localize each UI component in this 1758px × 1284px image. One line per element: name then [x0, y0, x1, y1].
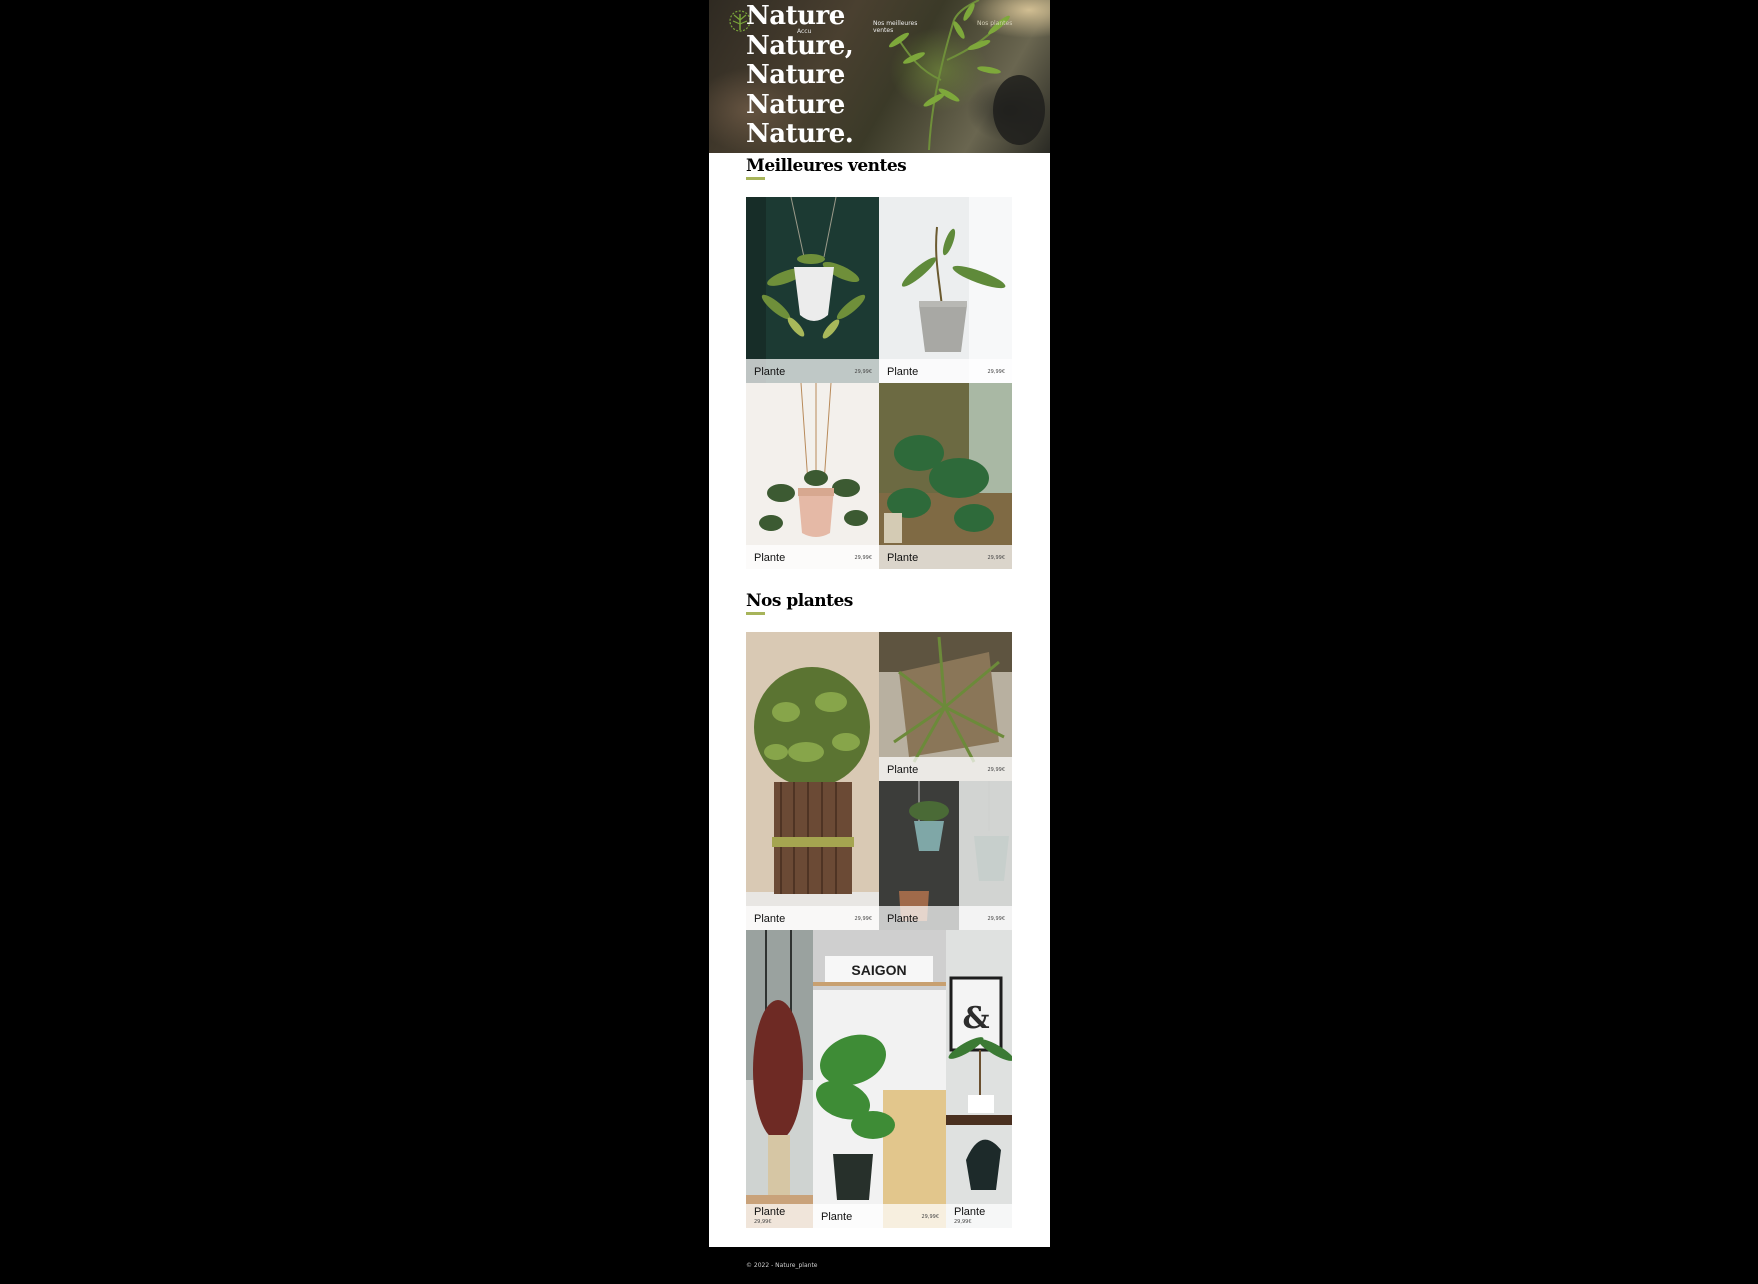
- product-name: Plante: [754, 1206, 786, 1218]
- monstera-room-image: SAIGON: [813, 930, 946, 1228]
- product-name: Plante: [754, 552, 786, 564]
- product-name: Plante: [754, 366, 786, 378]
- product-card[interactable]: Plante 29,99€: [879, 781, 1012, 930]
- product-price: 29,99€: [987, 369, 1006, 375]
- product-card[interactable]: Plante 29,99€: [746, 930, 813, 1228]
- product-price: 29,99€: [921, 1214, 940, 1220]
- hero-title-line: Nature,: [746, 30, 854, 61]
- red-branches-image: [746, 930, 813, 1228]
- product-card[interactable]: Plante 29,99€: [746, 197, 879, 383]
- product-name: Plante: [754, 913, 786, 925]
- product-name: Plante: [887, 764, 919, 776]
- product-price: 29,99€: [987, 916, 1006, 922]
- product-name: Plante: [887, 913, 919, 925]
- product-price: 29,99€: [854, 916, 873, 922]
- palm-desk-image: &: [946, 930, 1012, 1228]
- product-card[interactable]: Plante 29,99€: [746, 383, 879, 569]
- product-price: 29,99€: [987, 767, 1006, 773]
- hanging-pot-image: [746, 383, 879, 569]
- twig-plant-image: [746, 632, 879, 930]
- hero-title-line: Nature: [746, 1, 845, 31]
- product-name: Plante: [954, 1206, 986, 1218]
- product-price: 29,99€: [754, 1219, 772, 1225]
- product-name: Plante: [821, 1211, 853, 1223]
- page: Accu Nature Nature, Nature Nature Nature…: [709, 0, 1050, 1247]
- nav-link-best-sellers[interactable]: Nos meilleures ventes: [873, 20, 921, 34]
- hero-title-line: Nature.: [746, 119, 854, 149]
- product-card[interactable]: Plante 29,99€: [879, 383, 1012, 569]
- product-price: 29,99€: [987, 555, 1006, 561]
- product-card[interactable]: & Plante 29,99€: [946, 930, 1012, 1228]
- footer-copyright: © 2022 - Nature_plante: [746, 1262, 818, 1269]
- monstera-shelf-image: [879, 383, 1012, 569]
- hero-banner: Accu Nature Nature, Nature Nature Nature…: [709, 0, 1050, 153]
- nav-link-our-plants[interactable]: Nos plantes: [977, 20, 1025, 27]
- hero-title: Nature Nature, Nature Nature Nature.: [746, 1, 854, 150]
- product-price: 29,99€: [854, 369, 873, 375]
- poster-symbol: &: [962, 1001, 989, 1036]
- product-card[interactable]: SAIGON Plante 29,99€: [813, 930, 946, 1228]
- best-sellers-title: Meilleures ventes: [746, 156, 907, 180]
- product-name: Plante: [887, 552, 919, 564]
- poster-text: SAIGON: [851, 962, 906, 978]
- product-card[interactable]: Plante 29,99€: [746, 632, 879, 930]
- hero-title-line: Nature: [746, 60, 845, 90]
- product-card[interactable]: Plante 29,99€: [879, 632, 1012, 781]
- potted-plant-image: [879, 197, 1012, 383]
- hero-title-line: Nature: [746, 89, 845, 120]
- our-plants-title: Nos plantes: [746, 591, 853, 615]
- product-price: 29,99€: [854, 555, 873, 561]
- product-name: Plante: [887, 366, 919, 378]
- product-card[interactable]: Plante 29,99€: [879, 197, 1012, 383]
- hanging-plant-image: [746, 197, 879, 383]
- product-price: 29,99€: [954, 1219, 972, 1225]
